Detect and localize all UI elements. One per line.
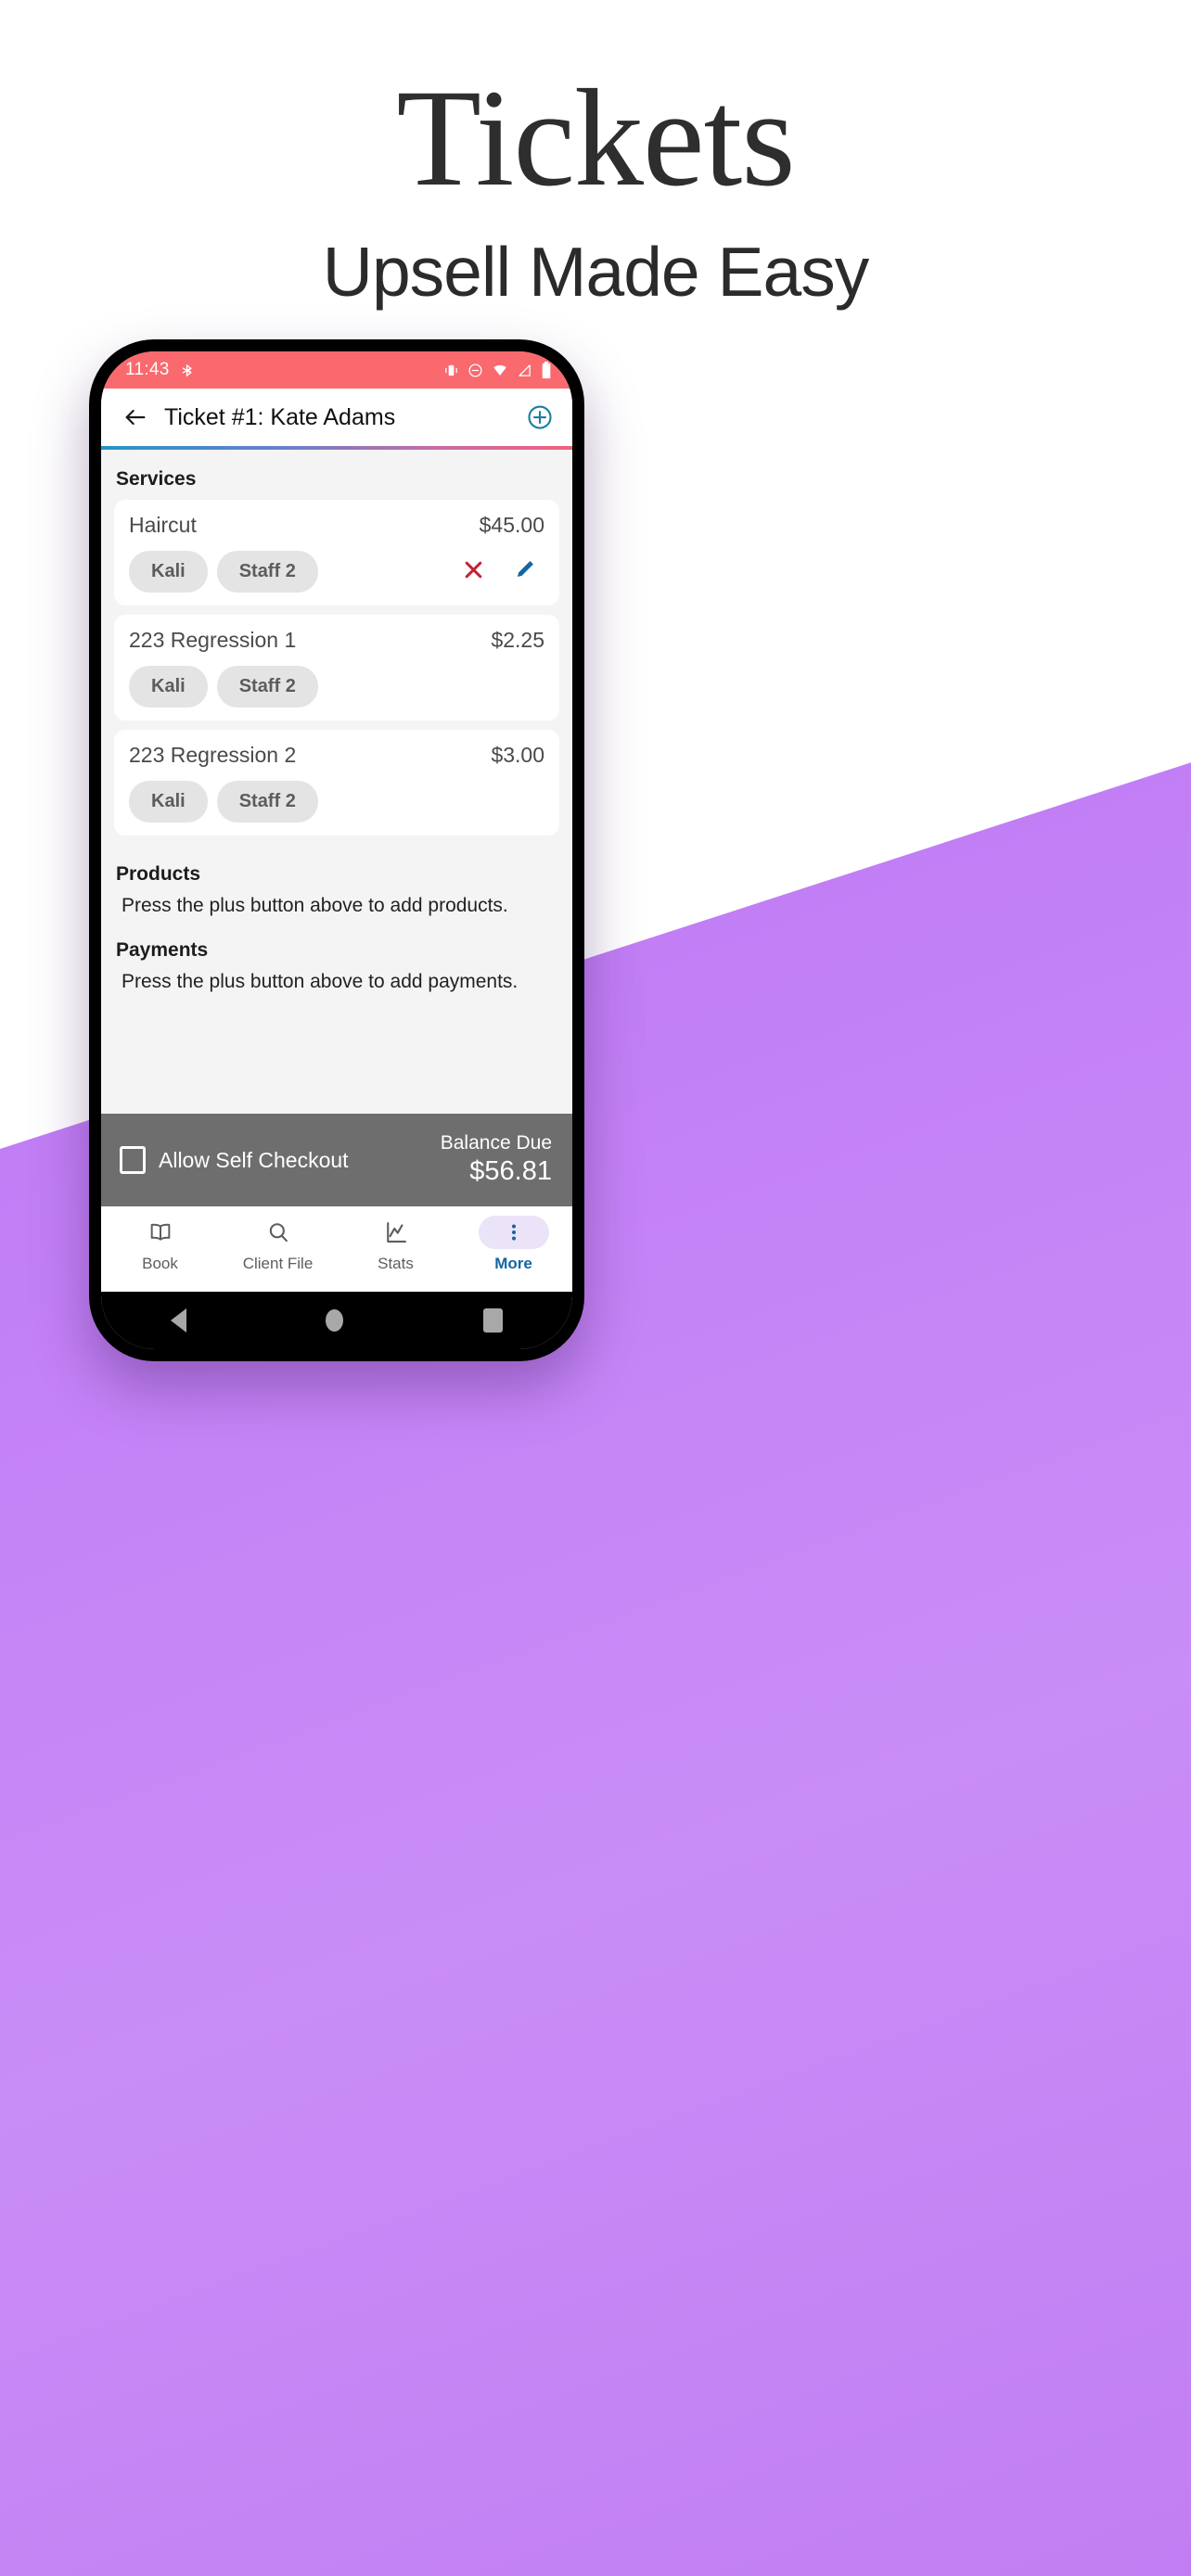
- staff-chip[interactable]: Kali: [129, 551, 208, 593]
- ticket-content: Services Haircut $45.00 Kali Staff 2 223…: [101, 450, 572, 1114]
- chart-icon: [361, 1216, 431, 1249]
- payments-empty-message: Press the plus button above to add payme…: [122, 971, 519, 992]
- staff-chip[interactable]: Kali: [129, 666, 208, 708]
- wifi-icon: [492, 362, 508, 378]
- service-card-footer: Kali Staff 2: [129, 781, 544, 823]
- balance-due-label: Balance Due: [440, 1132, 552, 1154]
- service-card-actions: [461, 557, 544, 587]
- staff-chip[interactable]: Staff 2: [216, 551, 318, 593]
- battery-icon: [541, 361, 552, 379]
- delete-icon[interactable]: [461, 557, 486, 587]
- nav-label-more: More: [494, 1255, 532, 1272]
- status-bar-right: [443, 361, 552, 379]
- page-subtitle: Upsell Made Easy: [322, 233, 869, 311]
- hero-text-block: Tickets Upsell Made Easy: [0, 0, 1191, 307]
- service-card-header: 223 Regression 2 $3.00: [129, 743, 544, 768]
- app-bar-title: Ticket #1: Kate Adams: [164, 403, 396, 430]
- service-card[interactable]: 223 Regression 1 $2.25 Kali Staff 2: [114, 615, 559, 721]
- service-name: 223 Regression 1: [129, 628, 297, 652]
- nav-label-client-file: Client File: [242, 1255, 314, 1272]
- do-not-disturb-icon: [467, 363, 483, 378]
- search-icon: [243, 1216, 314, 1249]
- service-card-header: 223 Regression 1 $2.25: [129, 628, 544, 653]
- service-price: $3.00: [491, 743, 544, 767]
- android-navigation-bar: [101, 1292, 572, 1349]
- service-price: $2.25: [491, 628, 544, 652]
- nav-item-client-file[interactable]: Client File: [219, 1216, 337, 1273]
- products-heading: Products: [116, 863, 201, 885]
- staff-chip[interactable]: Kali: [129, 781, 208, 823]
- service-card-footer: Kali Staff 2: [129, 666, 544, 708]
- phone-screen: 11:43 Ticket #1: Kate Adams Services Hai…: [101, 351, 572, 1349]
- payments-heading: Payments: [116, 939, 209, 961]
- products-empty-message: Press the plus button above to add produ…: [122, 895, 508, 916]
- service-card[interactable]: Haircut $45.00 Kali Staff 2: [114, 500, 559, 606]
- self-checkout-toggle[interactable]: Allow Self Checkout: [120, 1146, 349, 1174]
- back-arrow-icon[interactable]: [120, 402, 151, 433]
- nav-item-more[interactable]: More: [455, 1216, 572, 1273]
- more-vertical-icon: [478, 1216, 549, 1249]
- bottom-navigation: Book Client File Stats More: [101, 1206, 572, 1292]
- service-price: $45.00: [479, 513, 544, 537]
- balance-bar: Allow Self Checkout Balance Due $56.81: [101, 1114, 572, 1206]
- status-bar-clock: 11:43: [125, 360, 170, 379]
- app-bar: Ticket #1: Kate Adams: [101, 389, 572, 446]
- nav-item-stats[interactable]: Stats: [337, 1216, 455, 1273]
- book-icon: [125, 1216, 196, 1249]
- nav-item-book[interactable]: Book: [101, 1216, 219, 1273]
- nav-label-stats: Stats: [378, 1255, 414, 1272]
- bluetooth-icon: [179, 363, 195, 378]
- services-heading: Services: [116, 468, 197, 490]
- vibrate-icon: [443, 363, 459, 378]
- service-card[interactable]: 223 Regression 2 $3.00 Kali Staff 2: [114, 730, 559, 835]
- home-circle-icon[interactable]: [326, 1309, 344, 1332]
- service-name: 223 Regression 2: [129, 743, 297, 767]
- edit-icon[interactable]: [512, 557, 537, 587]
- service-card-footer: Kali Staff 2: [129, 551, 544, 593]
- staff-chip[interactable]: Staff 2: [216, 666, 318, 708]
- balance-due-amount: $56.81: [469, 1156, 552, 1187]
- add-circle-icon[interactable]: [524, 402, 556, 433]
- balance-due-block: Balance Due $56.81: [441, 1131, 552, 1188]
- back-triangle-icon[interactable]: [171, 1308, 187, 1333]
- signal-icon: [517, 363, 532, 378]
- staff-chip[interactable]: Staff 2: [216, 781, 318, 823]
- page-title: Tickets: [396, 61, 795, 215]
- recents-square-icon[interactable]: [482, 1308, 503, 1333]
- status-bar: 11:43: [101, 351, 572, 389]
- phone-mockup: 11:43 Ticket #1: Kate Adams Services Hai…: [89, 339, 584, 1361]
- nav-label-book: Book: [142, 1255, 178, 1272]
- status-bar-left: 11:43: [125, 360, 195, 380]
- self-checkout-label: Allow Self Checkout: [159, 1147, 349, 1172]
- self-checkout-checkbox[interactable]: [120, 1146, 146, 1174]
- service-name: Haircut: [129, 513, 197, 537]
- service-card-header: Haircut $45.00: [129, 513, 544, 538]
